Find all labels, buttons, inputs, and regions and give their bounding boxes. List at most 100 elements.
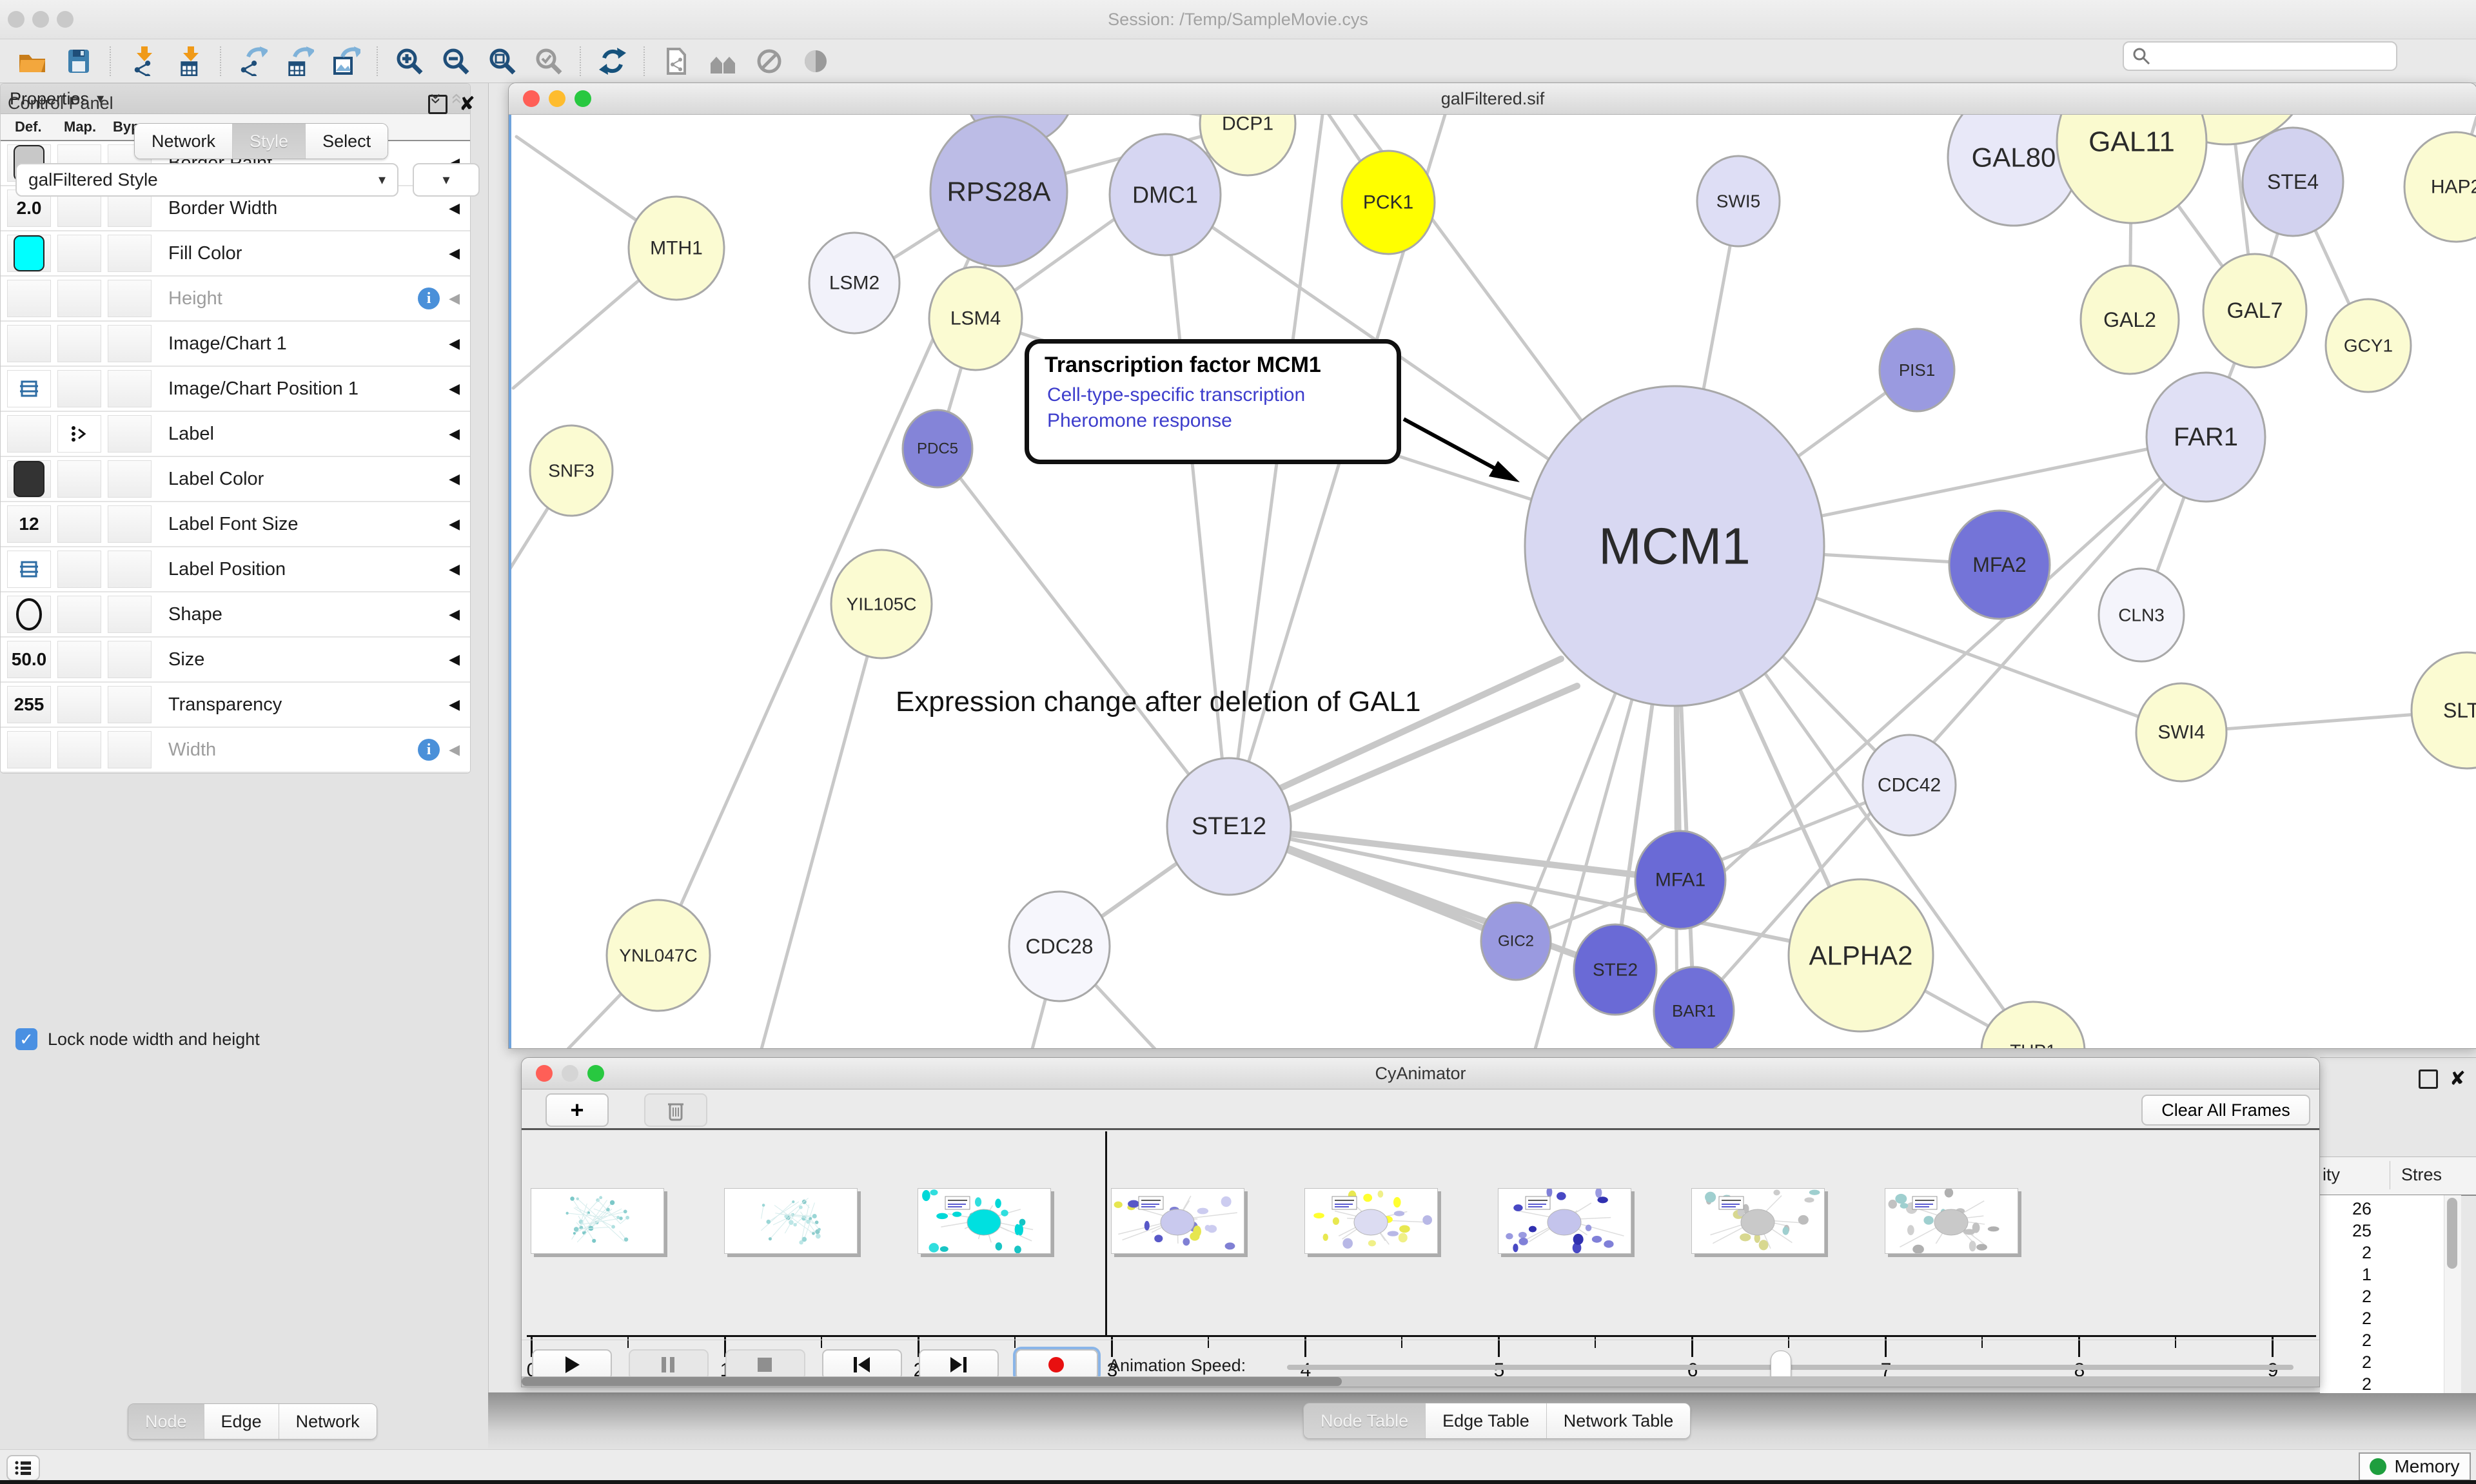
- tab-select[interactable]: Select: [306, 124, 388, 159]
- app-zoom-icon[interactable]: [57, 11, 74, 28]
- tab-network-table[interactable]: Network Table: [1547, 1403, 1691, 1438]
- export-image-icon[interactable]: [328, 43, 364, 79]
- search-input[interactable]: [2151, 46, 2386, 67]
- network-window-titlebar[interactable]: galFiltered.sif: [509, 83, 2476, 115]
- expand-row-icon[interactable]: ◀: [449, 651, 460, 668]
- zoom-fit-icon[interactable]: [484, 43, 520, 79]
- play-button[interactable]: [532, 1349, 612, 1380]
- default-value-cell[interactable]: [7, 596, 51, 633]
- property-row-image-chart-1[interactable]: Image/Chart 1◀: [1, 322, 470, 367]
- close-window-icon[interactable]: [536, 1065, 553, 1082]
- mapping-cell[interactable]: [57, 596, 101, 633]
- close-panel-icon[interactable]: ✘: [2450, 1071, 2466, 1087]
- open-session-icon[interactable]: [14, 43, 50, 79]
- frame-thumbnail-7[interactable]: [1691, 1188, 1825, 1254]
- bypass-cell[interactable]: [108, 460, 152, 498]
- bypass-cell[interactable]: [108, 280, 152, 317]
- expand-row-icon[interactable]: ◀: [449, 696, 460, 713]
- property-row-label-position[interactable]: Label Position◀: [1, 547, 470, 592]
- table-cell[interactable]: 2: [2320, 1374, 2372, 1394]
- minimize-window-icon[interactable]: [562, 1065, 578, 1082]
- lock-size-checkbox[interactable]: ✓: [15, 1028, 37, 1050]
- app-close-icon[interactable]: [8, 11, 25, 28]
- property-row-fill-color[interactable]: Fill Color◀: [1, 231, 470, 277]
- expand-row-icon[interactable]: ◀: [449, 425, 460, 442]
- expand-row-icon[interactable]: ◀: [449, 200, 460, 217]
- scrollbar-thumb[interactable]: [2447, 1198, 2457, 1269]
- zoom-in-icon[interactable]: [391, 43, 427, 79]
- mapping-cell[interactable]: [57, 280, 101, 317]
- expand-row-icon[interactable]: ◀: [449, 561, 460, 578]
- style-options-button[interactable]: ▾: [413, 163, 480, 197]
- default-value-cell[interactable]: [7, 551, 51, 588]
- mapping-cell[interactable]: [57, 325, 101, 362]
- save-session-icon[interactable]: [61, 43, 97, 79]
- property-row-label[interactable]: Label◀: [1, 412, 470, 457]
- frame-thumbnail-6[interactable]: [1498, 1188, 1631, 1254]
- frame-thumbnail-5[interactable]: [1304, 1188, 1438, 1254]
- mapping-cell[interactable]: [57, 641, 101, 678]
- export-table-icon[interactable]: [281, 43, 317, 79]
- default-value-cell[interactable]: 255: [7, 686, 51, 723]
- info-icon[interactable]: i: [418, 739, 440, 761]
- table-cell[interactable]: 2: [2320, 1331, 2372, 1351]
- expand-row-icon[interactable]: ◀: [449, 741, 460, 758]
- memory-button[interactable]: Memory: [2359, 1452, 2471, 1481]
- default-value-cell[interactable]: [7, 325, 51, 362]
- bypass-cell[interactable]: [108, 370, 152, 407]
- property-row-label-color[interactable]: Label Color◀: [1, 457, 470, 502]
- mapping-cell[interactable]: [57, 370, 101, 407]
- mapping-cell[interactable]: [57, 415, 101, 453]
- info-icon[interactable]: i: [418, 288, 440, 309]
- default-value-cell[interactable]: [7, 415, 51, 453]
- float-panel-icon[interactable]: [2419, 1069, 2438, 1089]
- close-window-icon[interactable]: [523, 90, 540, 107]
- mapping-cell[interactable]: [57, 235, 101, 272]
- default-value-cell[interactable]: 50.0: [7, 641, 51, 678]
- tab-style[interactable]: Style: [233, 124, 306, 159]
- frame-thumbnail-3[interactable]: [918, 1188, 1051, 1254]
- export-network-icon[interactable]: [235, 43, 271, 79]
- zoom-out-icon[interactable]: [438, 43, 474, 79]
- collapse-all-icon[interactable]: »: [445, 93, 467, 104]
- zoom-window-icon[interactable]: [587, 1065, 604, 1082]
- clear-all-frames-button[interactable]: Clear All Frames: [2141, 1095, 2310, 1126]
- annotation-link-2[interactable]: Pheromone response: [1047, 410, 1381, 432]
- cyanimator-titlebar[interactable]: CyAnimator: [522, 1058, 2319, 1089]
- minimize-window-icon[interactable]: [549, 90, 565, 107]
- expand-row-icon[interactable]: ◀: [449, 380, 460, 397]
- network-graph[interactable]: DCP1RPS28ADMC1PCK1SWI5GAL80GAL11STE4HAP2…: [509, 115, 2476, 1049]
- mapping-cell[interactable]: [57, 686, 101, 723]
- frame-thumbnail-4[interactable]: [1111, 1188, 1244, 1254]
- timeline-playhead[interactable]: [1105, 1131, 1107, 1335]
- bypass-cell[interactable]: [108, 505, 152, 543]
- default-value-cell[interactable]: [7, 370, 51, 407]
- expand-row-icon[interactable]: ◀: [449, 290, 460, 307]
- property-row-label-font-size[interactable]: 12Label Font Size◀: [1, 502, 470, 547]
- frame-thumbnail-2[interactable]: [724, 1188, 858, 1254]
- prev-frame-button[interactable]: [822, 1349, 902, 1380]
- style-select[interactable]: galFiltered Style ▾: [15, 163, 398, 197]
- mapping-cell[interactable]: [57, 731, 101, 768]
- tab-network[interactable]: Network: [135, 124, 233, 159]
- property-row-width[interactable]: Widthi◀: [1, 728, 470, 773]
- property-row-height[interactable]: Heighti◀: [1, 277, 470, 322]
- bypass-cell[interactable]: [108, 596, 152, 633]
- tab-edge[interactable]: Edge: [204, 1404, 279, 1439]
- property-row-transparency[interactable]: 255Transparency◀: [1, 683, 470, 728]
- table-col-stress[interactable]: Stres: [2401, 1165, 2442, 1185]
- expand-all-icon[interactable]: »: [425, 93, 447, 104]
- table-scrollbar[interactable]: [2444, 1195, 2461, 1393]
- expand-row-icon[interactable]: ◀: [449, 335, 460, 352]
- default-value-cell[interactable]: [7, 235, 51, 272]
- default-value-cell[interactable]: 12: [7, 505, 51, 543]
- property-row-shape[interactable]: Shape◀: [1, 592, 470, 638]
- show-panels-button[interactable]: [6, 1455, 40, 1481]
- expand-row-icon[interactable]: ◀: [449, 471, 460, 487]
- import-network-icon[interactable]: [124, 43, 161, 79]
- tab-node-table[interactable]: Node Table: [1304, 1403, 1426, 1438]
- app-minimize-icon[interactable]: [32, 11, 49, 28]
- add-frame-button[interactable]: +: [545, 1093, 609, 1127]
- table-cell[interactable]: 26: [2320, 1199, 2372, 1219]
- table-cell[interactable]: 2: [2320, 1243, 2372, 1263]
